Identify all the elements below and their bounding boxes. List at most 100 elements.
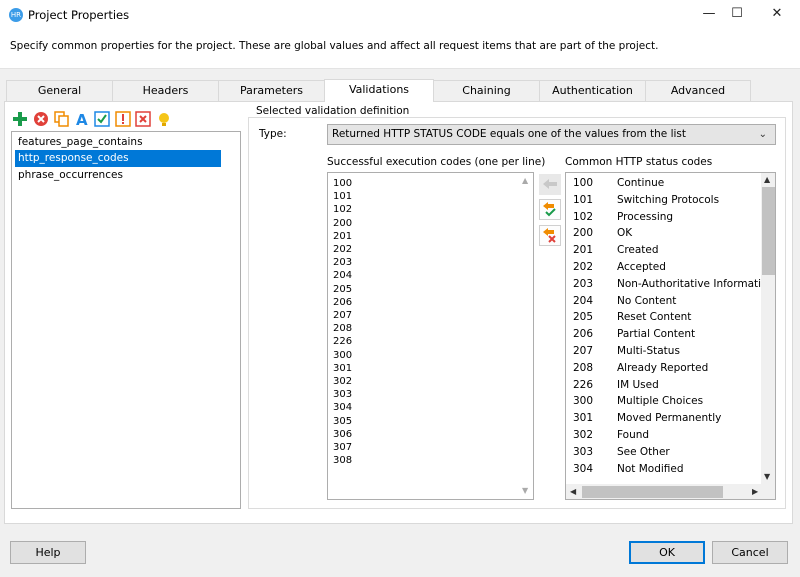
common-codes-label: Common HTTP status codes — [565, 156, 713, 168]
successful-codes-textarea[interactable]: 100 101 102 200 201 202 203 204 205 206 207 208 226 3… — [327, 172, 534, 500]
status-code-row[interactable]: 202 Accepted — [572, 259, 762, 276]
description-text: Specify common properties for the projec… — [10, 40, 659, 52]
svg-text:A: A — [76, 111, 88, 127]
remove-icon[interactable] — [135, 111, 151, 127]
status-name: Non-Authoritative Information — [617, 277, 775, 290]
successful-codes-label: Successful execution codes (one per line… — [327, 156, 546, 168]
status-name: Partial Content — [617, 328, 696, 341]
status-code-row[interactable]: 200 OK — [572, 225, 762, 242]
status-name: Multiple Choices — [617, 395, 704, 408]
status-name: Not Modified — [617, 462, 684, 475]
status-code-row[interactable]: 301 Moved Permanently — [572, 410, 762, 427]
status-code-row[interactable]: 302 Found — [572, 427, 762, 444]
status-code-row[interactable]: 304 Not Modified — [572, 461, 762, 478]
status-code: 100 — [573, 177, 594, 189]
tab-headers[interactable]: Headers — [112, 80, 219, 101]
successful-code-line: 205 — [333, 283, 353, 295]
warning-icon[interactable] — [115, 111, 131, 127]
copy-icon[interactable] — [54, 111, 70, 127]
successful-code-line: 300 — [333, 349, 353, 361]
close-button[interactable]: ✕ — [754, 0, 800, 30]
status-code: 102 — [573, 210, 594, 223]
status-code-row[interactable]: 208 Already Reported — [572, 360, 762, 377]
status-code-row[interactable]: 206 Partial Content — [572, 326, 762, 343]
status-code-row[interactable]: 303 See Other — [572, 444, 762, 461]
list-item[interactable]: features_page_contains — [15, 134, 221, 151]
status-name: IM Used — [617, 378, 659, 391]
help-button[interactable]: Help — [10, 541, 86, 564]
lightbulb-icon[interactable] — [156, 111, 172, 127]
list-item-selected[interactable]: http_response_codes — [15, 150, 221, 167]
status-name: Found — [617, 429, 650, 441]
status-name: Already Reported — [617, 361, 709, 374]
status-name: OK — [617, 227, 633, 240]
status-code: 206 — [573, 328, 594, 341]
status-name: Moved Permanently — [617, 412, 722, 425]
tab-chaining[interactable]: Chaining — [433, 80, 540, 101]
status-code-row[interactable]: 207 Multi-Status — [572, 343, 762, 360]
status-code-row[interactable]: 300 Multiple Choices — [572, 393, 762, 410]
tab-authentication[interactable]: Authentication — [539, 80, 646, 101]
list-item[interactable]: phrase_occurrences — [15, 167, 221, 184]
successful-code-line: 202 — [333, 244, 353, 255]
status-name: No Content — [617, 294, 677, 307]
status-code: 208 — [573, 361, 594, 374]
type-select-value: Returned HTTP STATUS CODE equals one of … — [332, 128, 686, 140]
check-icon[interactable] — [94, 111, 110, 127]
tab-parameters[interactable]: Parameters — [218, 80, 325, 101]
successful-code-line: 301 — [333, 362, 353, 374]
move-left-button[interactable] — [539, 174, 561, 195]
add-code-button[interactable] — [539, 199, 561, 220]
scroll-left-icon[interactable]: ◀ — [570, 487, 576, 496]
check-arrow-icon — [543, 202, 556, 217]
common-codes-list[interactable]: 100 Continue 101 Switching Protocols 102 Proc… — [565, 172, 776, 500]
horizontal-scroll-thumb[interactable] — [582, 486, 723, 498]
rename-icon[interactable]: A — [75, 111, 91, 127]
status-name: Multi-Status — [617, 345, 680, 357]
vertical-scroll-thumb[interactable] — [762, 187, 775, 275]
successful-code-line: 226 — [333, 336, 353, 348]
successful-code-line: 102 — [333, 204, 353, 216]
successful-code-line: 304 — [333, 402, 353, 414]
remove-code-button[interactable] — [539, 225, 561, 246]
status-name: Reset Content — [617, 311, 692, 324]
window-title: Project Properties — [28, 8, 130, 22]
tab-validations[interactable]: Validations — [324, 79, 434, 102]
status-code-row[interactable]: 203 Non-Authoritative Information — [572, 276, 774, 293]
scroll-up-icon[interactable]: ▲ — [522, 176, 528, 185]
successful-code-line: 303 — [333, 389, 353, 401]
definition-group-label: Selected validation definition — [253, 105, 413, 117]
status-name: Processing — [617, 210, 674, 223]
successful-code-line: 305 — [333, 415, 353, 427]
scroll-down-icon[interactable]: ▼ — [522, 486, 528, 495]
scroll-down-icon[interactable]: ▼ — [764, 472, 770, 481]
successful-code-line: 204 — [333, 270, 353, 282]
status-code-row[interactable]: 100 Continue — [572, 175, 762, 192]
cancel-button[interactable]: Cancel — [712, 541, 788, 564]
status-code: 301 — [573, 412, 594, 425]
status-code: 204 — [573, 294, 594, 307]
chevron-down-icon: ⌄ — [758, 129, 767, 140]
status-code-row[interactable]: 101 Switching Protocols — [572, 192, 762, 209]
status-code: 303 — [573, 445, 594, 458]
status-code-row[interactable]: 201 Created — [572, 242, 762, 259]
status-code: 201 — [573, 244, 594, 257]
tab-advanced[interactable]: Advanced — [645, 80, 751, 101]
status-code: 302 — [573, 429, 594, 441]
status-code-row[interactable]: 226 IM Used — [572, 377, 762, 394]
scroll-right-icon[interactable]: ▶ — [752, 487, 758, 496]
status-code-row[interactable]: 102 Processing — [572, 209, 762, 226]
add-icon[interactable] — [12, 111, 28, 127]
status-name: Switching Protocols — [617, 193, 720, 206]
type-select[interactable]: Returned HTTP STATUS CODE equals one of … — [327, 124, 776, 145]
status-code-row[interactable]: 204 No Content — [572, 293, 762, 310]
validations-list[interactable] — [11, 131, 241, 509]
scroll-up-icon[interactable]: ▲ — [764, 175, 770, 184]
tab-general[interactable]: General — [6, 80, 113, 101]
app-icon: HR — [9, 8, 23, 22]
ok-button[interactable]: OK — [629, 541, 705, 564]
successful-code-line: 307 — [333, 442, 353, 453]
status-code-row[interactable]: 205 Reset Content — [572, 309, 762, 326]
remove-arrow-icon — [543, 228, 556, 243]
delete-icon[interactable] — [33, 111, 49, 127]
